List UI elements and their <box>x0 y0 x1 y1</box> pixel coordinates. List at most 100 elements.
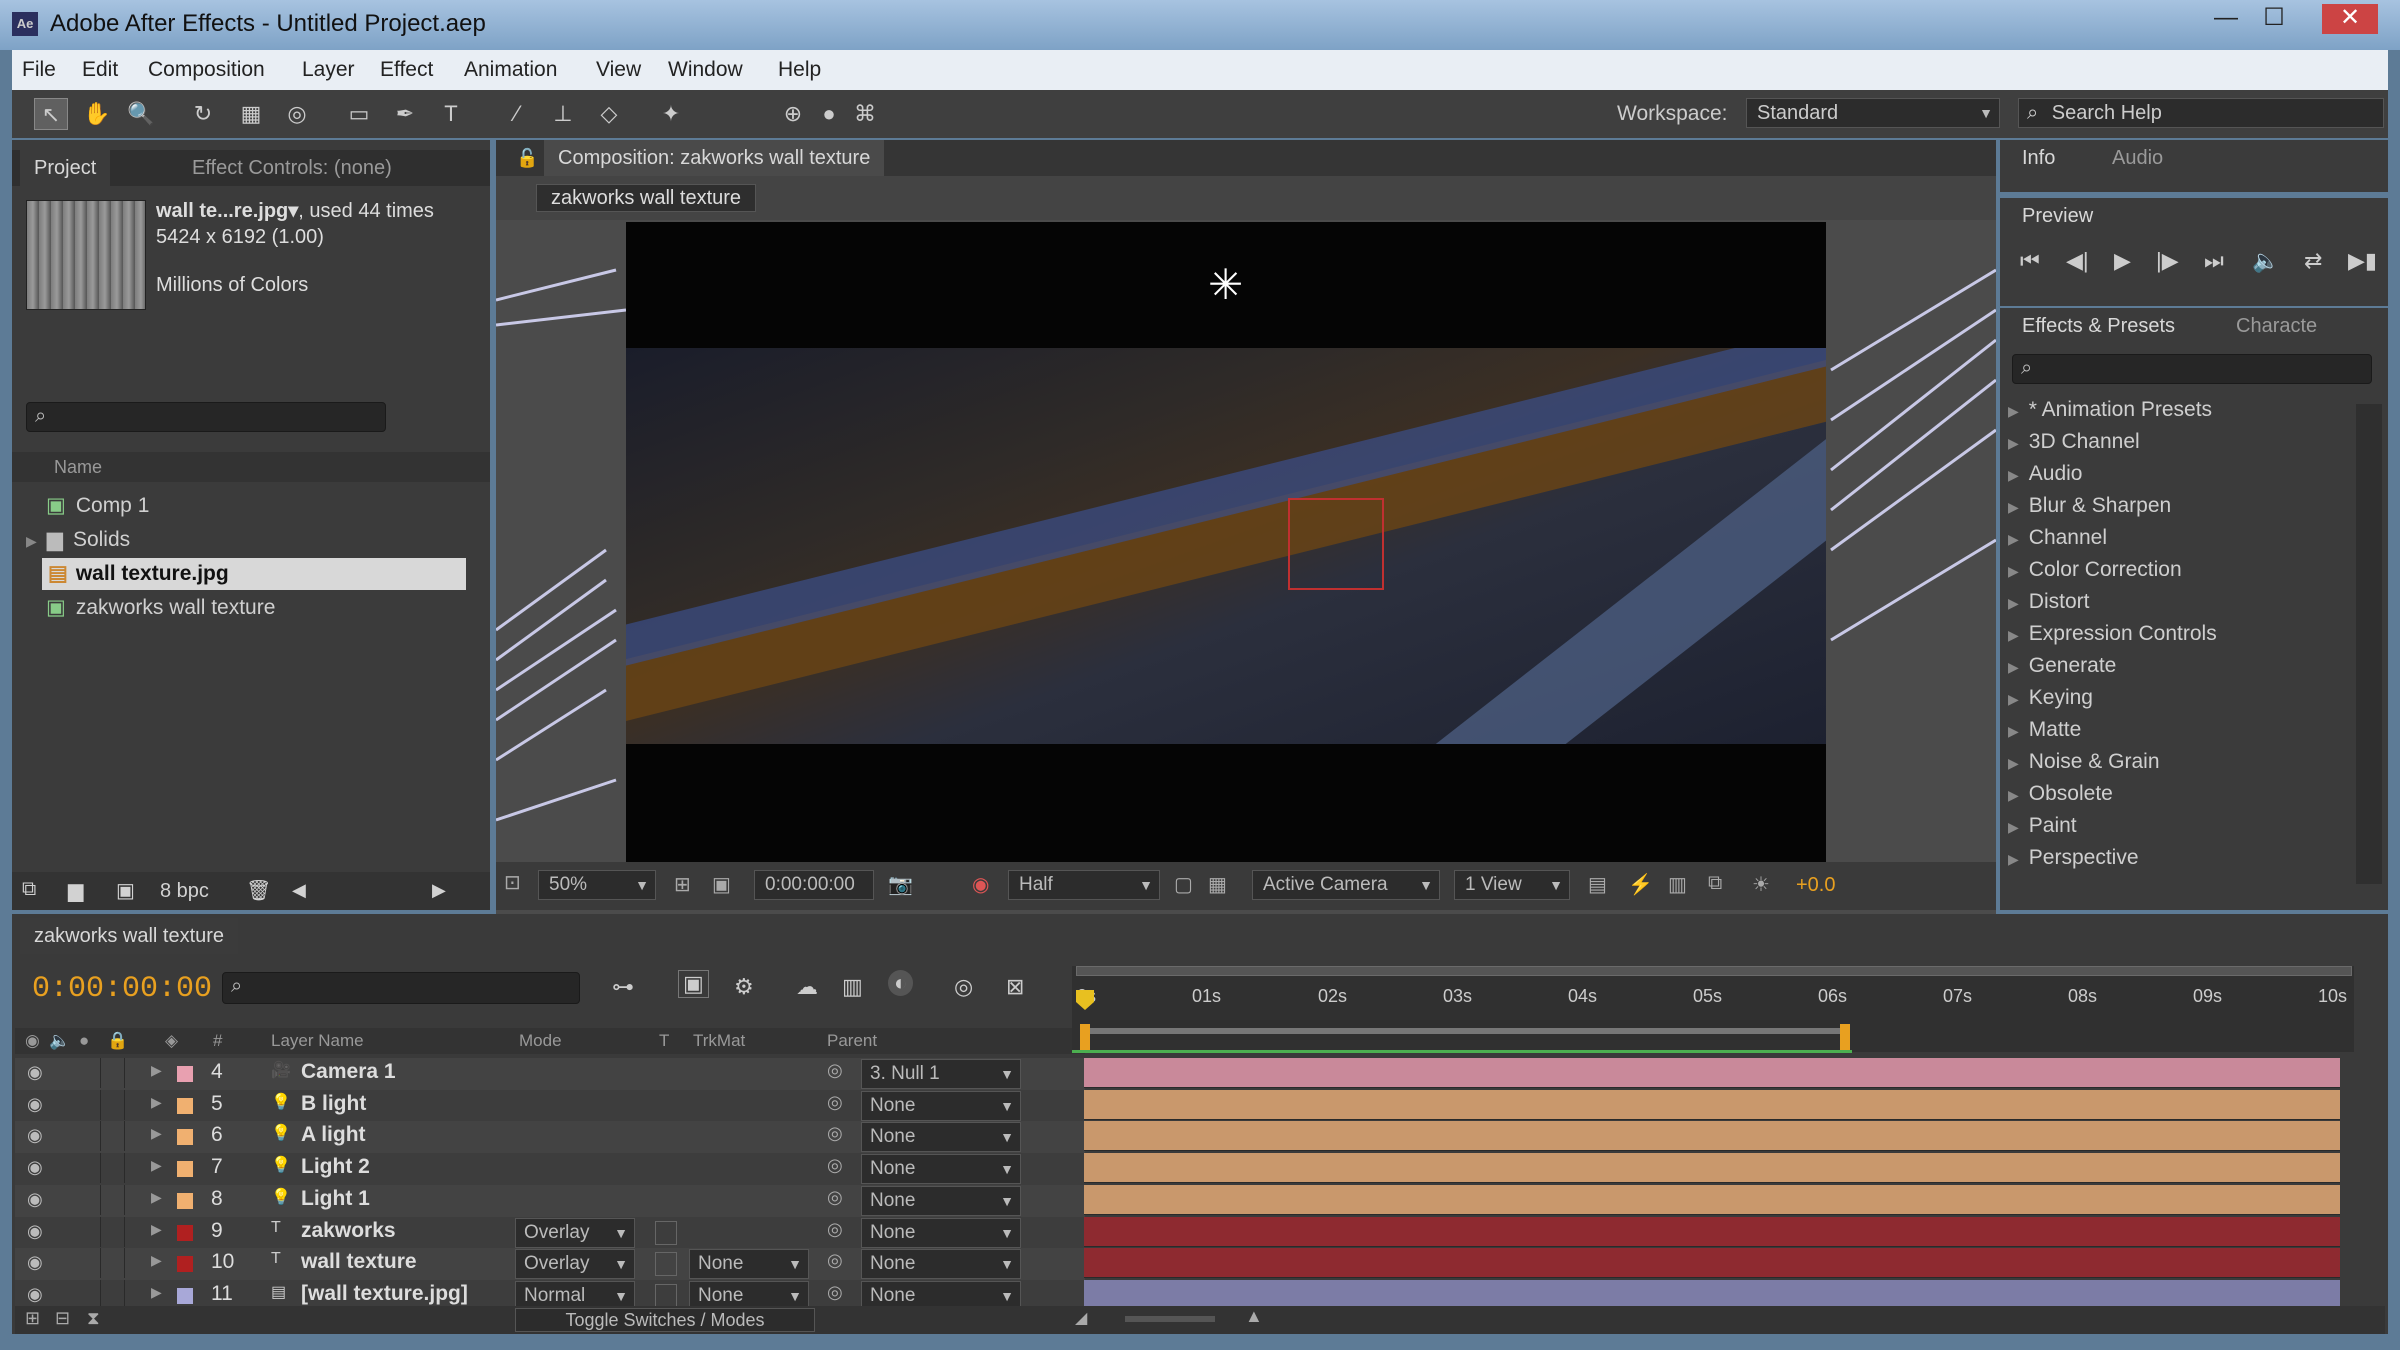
lock-checkbox[interactable] <box>101 1090 125 1120</box>
scroll-left-icon[interactable]: ◀ <box>292 880 306 901</box>
disclosure-triangle-icon[interactable]: ▶ <box>151 1094 162 1111</box>
hide-shy-layers-icon[interactable]: ☁ <box>796 974 818 1000</box>
pan-behind-tool-icon[interactable]: ◎ <box>280 98 314 130</box>
solo-toggle-icon[interactable]: ● <box>79 1028 89 1054</box>
label-color-swatch[interactable] <box>177 1193 193 1209</box>
solo-checkbox[interactable] <box>77 1248 101 1278</box>
lock-icon[interactable]: 🔓 <box>516 148 538 169</box>
eye-visibility-icon[interactable]: ◉ <box>27 1125 43 1146</box>
project-item-zakworks-comp[interactable]: ▣ zakworks wall texture <box>46 592 275 624</box>
tab-effect-controls[interactable]: Effect Controls: (none) <box>178 150 406 186</box>
null-object-crosshair-icon[interactable]: ✳ <box>1208 260 1243 309</box>
menu-help[interactable]: Help <box>778 58 821 82</box>
parent-pickwhip-icon[interactable]: ◎ <box>827 1060 843 1081</box>
bit-depth-label[interactable]: 8 bpc <box>160 880 209 903</box>
workspace-dropdown[interactable]: Standard ▼ <box>1746 98 2000 128</box>
lock-checkbox[interactable] <box>101 1217 125 1247</box>
zoom-slider[interactable] <box>1125 1316 1215 1322</box>
solo-checkbox[interactable] <box>77 1217 101 1247</box>
tab-info[interactable]: Info <box>2008 140 2070 176</box>
label-color-swatch[interactable] <box>177 1066 193 1082</box>
label-color-swatch[interactable] <box>177 1225 193 1241</box>
eye-visibility-icon[interactable]: ◉ <box>27 1221 43 1242</box>
menu-effect[interactable]: Effect <box>380 58 433 82</box>
comp-breadcrumb[interactable]: zakworks wall texture <box>536 184 757 212</box>
layer-name[interactable]: [wall texture.jpg] <box>301 1282 468 1306</box>
safe-zones-icon[interactable]: ⊞ <box>674 872 691 897</box>
local-axis-icon[interactable]: ⊕ <box>776 98 810 130</box>
disclosure-triangle-icon[interactable]: ▶ <box>151 1221 162 1238</box>
timeline-search-input[interactable]: ⌕ <box>222 972 580 1004</box>
mute-audio-icon[interactable]: 🔈 <box>2252 248 2279 274</box>
graph-editor-icon[interactable]: ◎ <box>954 974 973 1000</box>
selection-tool-icon[interactable]: ↖ <box>34 98 68 130</box>
effect-category[interactable]: ▶ Perspective <box>2008 846 2139 870</box>
timeline-layer-row[interactable]: ◉ ▶ 7 💡 Light 2 ◎ None ▼ <box>15 1153 1085 1185</box>
solo-checkbox[interactable] <box>77 1121 101 1151</box>
tab-preview[interactable]: Preview <box>2008 198 2108 234</box>
label-color-swatch[interactable] <box>177 1161 193 1177</box>
disclosure-triangle-icon[interactable]: ▶ <box>151 1062 162 1079</box>
effect-category[interactable]: ▶ Noise & Grain <box>2008 750 2160 774</box>
lock-toggle-icon[interactable]: 🔒 <box>107 1028 128 1054</box>
parent-column-header[interactable]: Parent <box>827 1028 877 1054</box>
layer-name[interactable]: A light <box>301 1123 366 1147</box>
trkmat-column-header[interactable]: TrkMat <box>693 1028 745 1054</box>
lock-checkbox[interactable] <box>101 1058 125 1088</box>
menu-animation[interactable]: Animation <box>464 58 557 82</box>
channel-rgb-icon[interactable]: ◉ <box>972 872 989 897</box>
label-color-swatch[interactable] <box>177 1288 193 1304</box>
project-item-wall-texture[interactable]: ▤ wall texture.jpg <box>42 558 466 590</box>
mask-visibility-icon[interactable]: ▣ <box>712 872 731 897</box>
disclosure-triangle-icon[interactable]: ▶ <box>151 1189 162 1206</box>
track-matte-dropdown[interactable]: None ▼ <box>689 1249 809 1279</box>
region-of-interest-icon[interactable]: ▢ <box>1174 872 1193 897</box>
eye-visibility-icon[interactable]: ◉ <box>27 1062 43 1083</box>
flowchart-icon[interactable]: ⧉ <box>1708 872 1722 895</box>
disclosure-triangle-icon[interactable]: ▶ <box>151 1284 162 1301</box>
layer-duration-bar[interactable] <box>1084 1153 2340 1183</box>
preserve-transparency-checkbox[interactable] <box>655 1252 677 1276</box>
scroll-right-icon[interactable]: ▶ <box>432 880 446 901</box>
layer-name-column-header[interactable]: Layer Name <box>271 1028 364 1054</box>
loop-icon[interactable]: ⇄ <box>2304 248 2322 274</box>
project-file-name[interactable]: wall te...re.jpg▾ <box>156 200 298 222</box>
timeline-layer-row[interactable]: ◉ ▶ 10 Twall texture Overlay ▼ None ▼ ◎ None ▼ <box>15 1248 1085 1280</box>
hand-tool-icon[interactable]: ✋ <box>80 98 114 130</box>
snapshot-camera-icon[interactable]: 📷 <box>888 872 913 897</box>
eye-visibility-icon[interactable]: ◉ <box>27 1094 43 1115</box>
toggle-switches-modes-button[interactable]: Toggle Switches / Modes <box>515 1308 815 1332</box>
eye-visibility-icon[interactable]: ◉ <box>27 1284 43 1305</box>
tab-audio[interactable]: Audio <box>2098 140 2177 176</box>
tab-effects-presets[interactable]: Effects & Presets <box>2008 308 2190 344</box>
timeline-current-time[interactable]: 0:00:00:00 <box>32 972 212 1006</box>
effect-category[interactable]: ▶ Distort <box>2008 590 2089 614</box>
disclosure-triangle-icon[interactable]: ▶ <box>151 1125 162 1142</box>
search-help-field[interactable]: ⌕ Search Help <box>2018 98 2384 128</box>
effect-category[interactable]: ▶ Color Correction <box>2008 558 2182 582</box>
parent-pickwhip-icon[interactable]: ◎ <box>827 1187 843 1208</box>
preserve-transparency-checkbox[interactable] <box>655 1221 677 1245</box>
world-axis-icon[interactable]: ● <box>812 98 846 130</box>
tab-timeline-comp[interactable]: zakworks wall texture <box>20 918 239 954</box>
camera-tool-icon[interactable]: ▦ <box>234 98 268 130</box>
lock-checkbox[interactable] <box>101 1248 125 1278</box>
parent-pickwhip-icon[interactable]: ◎ <box>827 1219 843 1240</box>
previous-frame-icon[interactable]: ◀| <box>2066 248 2089 274</box>
solo-checkbox[interactable] <box>77 1153 101 1183</box>
layer-name[interactable]: Camera 1 <box>301 1060 396 1084</box>
tab-composition[interactable]: Composition: zakworks wall texture <box>544 140 885 176</box>
expand-layer-switches-icon[interactable]: ⊞ <box>25 1308 40 1329</box>
view-axis-icon[interactable]: ⌘ <box>848 98 882 130</box>
menu-composition[interactable]: Composition <box>148 58 265 82</box>
light-marker-box[interactable] <box>1288 498 1384 590</box>
effect-category[interactable]: ▶ Obsolete <box>2008 782 2113 806</box>
work-area-start-handle[interactable] <box>1080 1024 1090 1050</box>
parent-pickwhip-icon[interactable]: ◎ <box>827 1092 843 1113</box>
view-layout-dropdown[interactable]: 1 View ▼ <box>1454 870 1570 900</box>
tab-project[interactable]: Project <box>20 150 111 186</box>
eye-visibility-icon[interactable]: ◉ <box>27 1189 43 1210</box>
transparency-grid-icon[interactable]: ▦ <box>1208 872 1227 897</box>
label-color-swatch[interactable] <box>177 1098 193 1114</box>
lock-checkbox[interactable] <box>101 1153 125 1183</box>
